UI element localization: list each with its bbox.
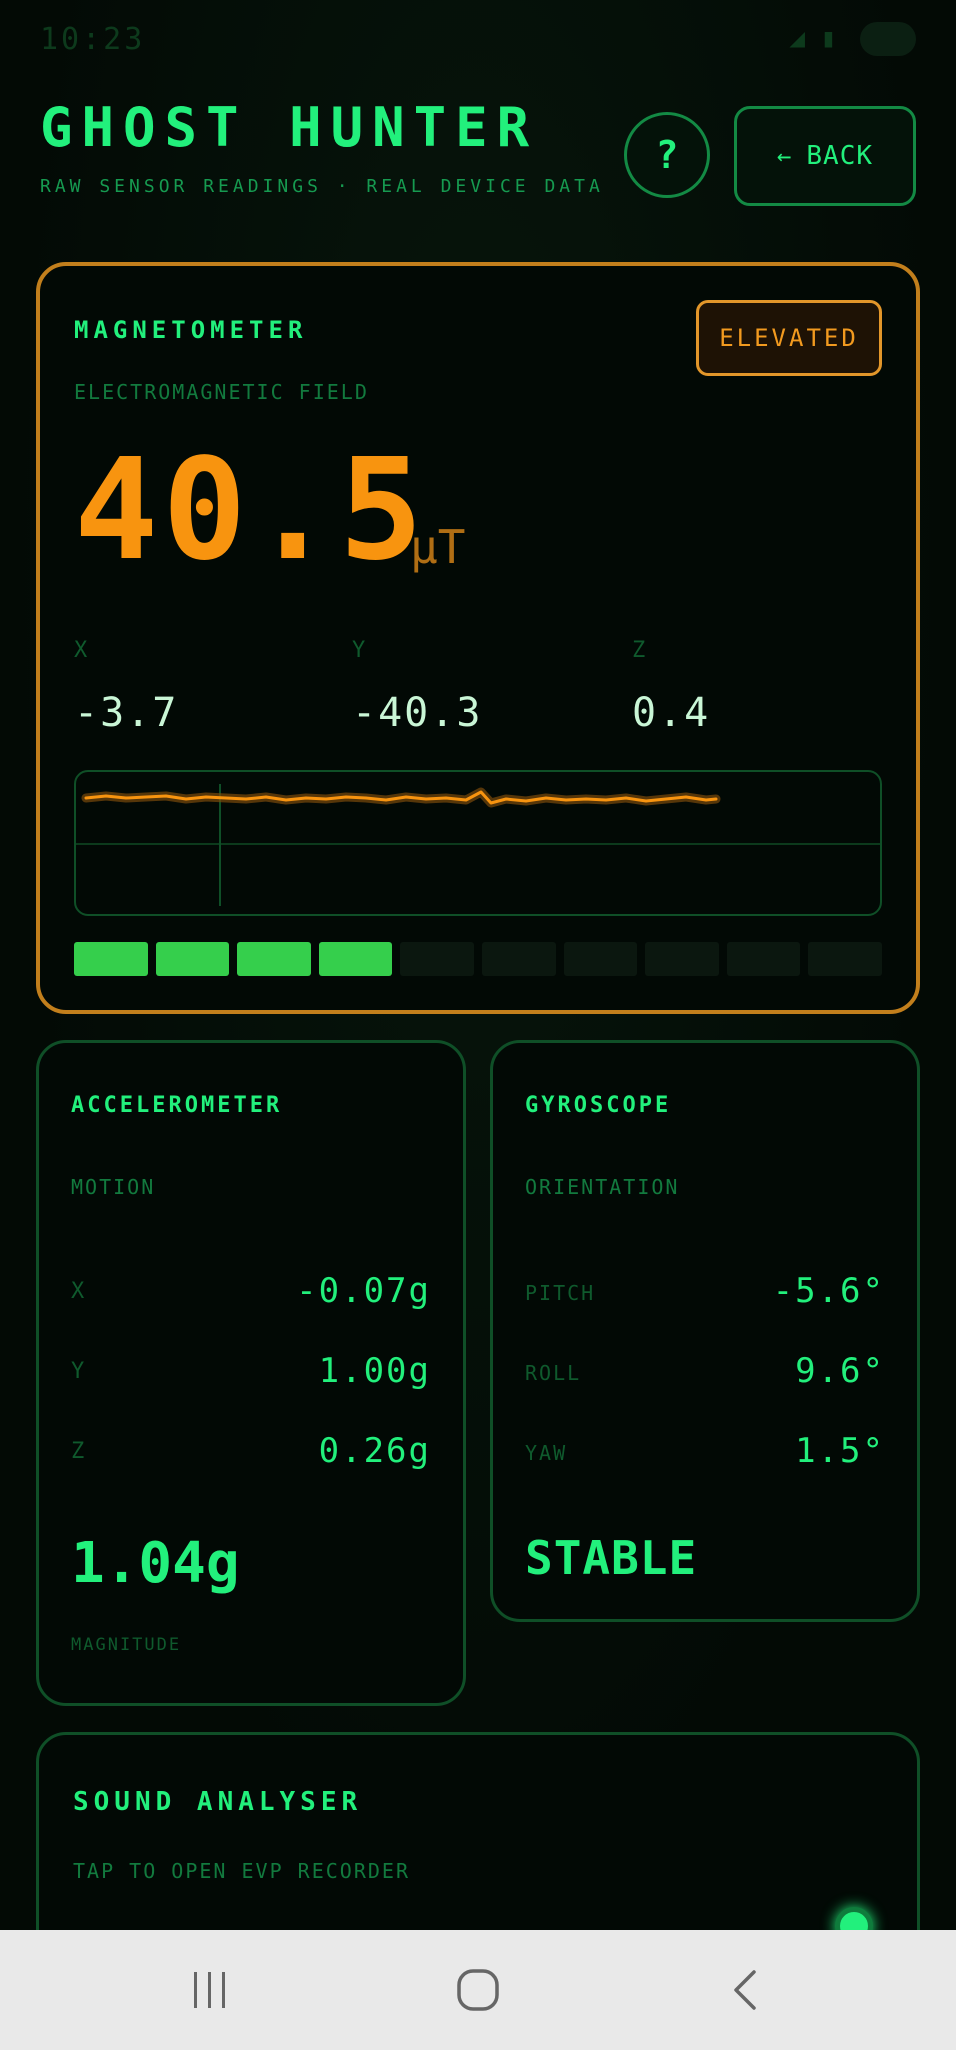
status-bar: 10:23 ◢ ▮ bbox=[0, 0, 956, 80]
question-icon: ? bbox=[655, 133, 679, 177]
axis-x-label: X bbox=[74, 638, 88, 663]
gyro-pitch-label: PITCH bbox=[525, 1281, 596, 1305]
chevron-left-icon bbox=[734, 1970, 756, 2010]
axis-z-label: Z bbox=[632, 638, 646, 663]
accel-magnitude-value: 1.04g bbox=[71, 1531, 240, 1596]
sound-analyser-subtitle: TAP TO OPEN EVP RECORDER bbox=[73, 1859, 410, 1883]
accel-x-label: X bbox=[71, 1279, 85, 1304]
graph-svg bbox=[76, 784, 880, 906]
meter-segment bbox=[481, 942, 556, 976]
meter-segment bbox=[808, 942, 882, 976]
page-title: GHOST HUNTER bbox=[40, 96, 539, 159]
accel-y-value: 1.00g bbox=[318, 1351, 431, 1391]
accelerometer-title: ACCELEROMETER bbox=[71, 1093, 283, 1118]
gyro-yaw-label: YAW bbox=[525, 1441, 568, 1465]
accel-x-value: -0.07g bbox=[296, 1271, 431, 1311]
gyroscope-card: GYROSCOPE ORIENTATION PITCH -5.6° ROLL 9… bbox=[490, 1040, 920, 1622]
magnetometer-unit: μT bbox=[410, 520, 466, 574]
meter-segment bbox=[318, 942, 393, 976]
signal-icon: ◢ ▮ bbox=[789, 23, 837, 54]
accelerometer-subtitle: MOTION bbox=[71, 1175, 156, 1199]
status-badge: ELEVATED bbox=[696, 300, 882, 376]
axis-y-value: -40.3 bbox=[352, 690, 483, 736]
gyro-roll-label: ROLL bbox=[525, 1361, 582, 1385]
magnetometer-subtitle: ELECTROMAGNETIC FIELD bbox=[74, 380, 369, 404]
meter-segment bbox=[726, 942, 801, 976]
magnetometer-card: MAGNETOMETER ELECTROMAGNETIC FIELD ELEVA… bbox=[36, 262, 920, 1014]
meter-segment bbox=[563, 942, 638, 976]
meter-segment bbox=[155, 942, 230, 976]
meter-segment bbox=[400, 942, 474, 976]
accel-magnitude-label: MAGNITUDE bbox=[71, 1635, 182, 1655]
nav-back-button[interactable] bbox=[706, 1958, 786, 2022]
accel-z-value: 0.26g bbox=[318, 1431, 431, 1471]
arrow-left-icon: ← bbox=[776, 142, 793, 170]
magnetometer-title: MAGNETOMETER bbox=[74, 316, 308, 344]
home-icon bbox=[457, 1969, 499, 2011]
home-button[interactable] bbox=[438, 1958, 518, 2022]
gyro-roll-value: 9.6° bbox=[795, 1351, 885, 1391]
recent-apps-icon bbox=[194, 1972, 225, 2008]
sound-analyser-title: SOUND ANALYSER bbox=[73, 1787, 363, 1817]
meter-segment bbox=[74, 942, 148, 976]
axis-x-value: -3.7 bbox=[74, 690, 179, 736]
axis-z-value: 0.4 bbox=[632, 690, 711, 736]
gyro-status: STABLE bbox=[525, 1531, 698, 1585]
gyro-pitch-value: -5.6° bbox=[772, 1271, 885, 1311]
recent-apps-button[interactable] bbox=[170, 1958, 250, 2022]
meter-segment bbox=[645, 942, 719, 976]
status-time: 10:23 bbox=[40, 22, 146, 57]
help-button[interactable]: ? bbox=[624, 112, 710, 198]
status-icons: ◢ ▮ bbox=[789, 22, 916, 56]
accel-y-label: Y bbox=[71, 1359, 85, 1384]
magnetometer-value: 40.5 bbox=[74, 429, 428, 592]
gyro-yaw-value: 1.5° bbox=[795, 1431, 885, 1471]
battery-icon bbox=[860, 22, 916, 56]
axis-y-label: Y bbox=[352, 638, 366, 663]
accel-z-label: Z bbox=[71, 1439, 85, 1464]
system-nav-bar bbox=[0, 1930, 956, 2050]
field-history-graph bbox=[74, 770, 882, 916]
meter-segment bbox=[237, 942, 311, 976]
field-level-meter bbox=[74, 942, 882, 978]
accelerometer-card: ACCELEROMETER MOTION X -0.07g Y 1.00g Z … bbox=[36, 1040, 466, 1706]
gyroscope-title: GYROSCOPE bbox=[525, 1093, 672, 1118]
gyroscope-subtitle: ORIENTATION bbox=[525, 1175, 680, 1199]
page-subtitle: RAW SENSOR READINGS · REAL DEVICE DATA bbox=[40, 176, 604, 197]
back-button[interactable]: ← BACK bbox=[734, 106, 916, 206]
back-button-label: BACK bbox=[806, 141, 874, 171]
